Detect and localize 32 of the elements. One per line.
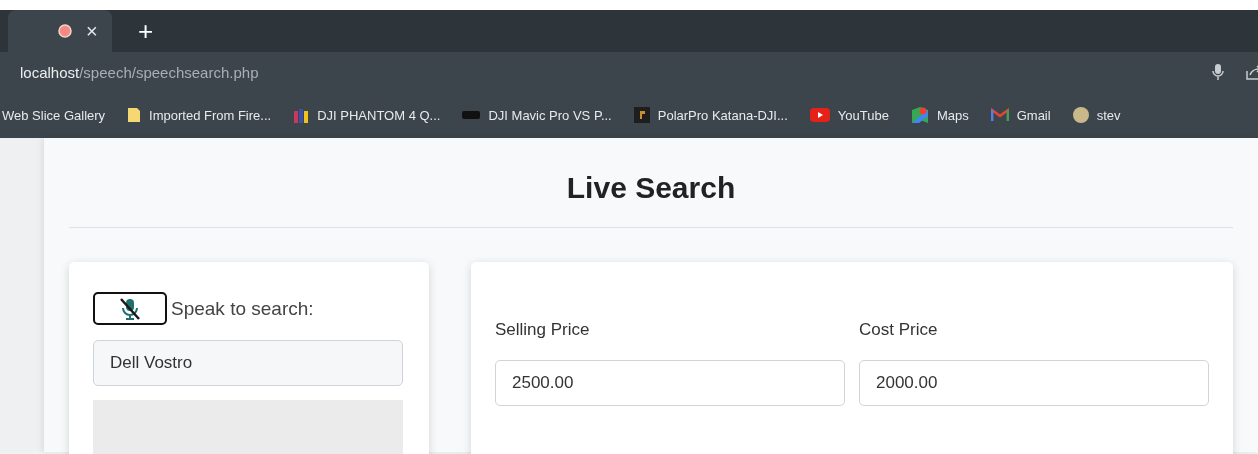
bookmark-item[interactable]: Imported From Fire... [127, 107, 272, 123]
bookmark-item[interactable]: PolarPro Katana-DJI... [633, 107, 788, 123]
folder-icon [127, 107, 142, 123]
recording-dot-icon [58, 24, 72, 38]
close-tab-button[interactable]: × [86, 21, 98, 41]
price-field[interactable]: 2500.00 [495, 360, 845, 406]
mail-icon [990, 108, 1009, 122]
price-field[interactable]: 2000.00 [859, 360, 1209, 406]
bookmark-item[interactable]: DJI PHANTOM 4 Q... [293, 107, 441, 123]
logo-icon [462, 110, 481, 120]
field-label: Selling Price [495, 320, 591, 340]
new-tab-button[interactable]: + [138, 18, 154, 44]
microphone-button[interactable] [93, 292, 167, 325]
speak-label: Speak to search: [171, 297, 314, 320]
page-title: Live Search [565, 171, 737, 205]
microphone-icon[interactable] [1212, 63, 1224, 81]
search-field[interactable]: Dell Vostro [93, 340, 403, 386]
address-bar[interactable]: localhost/speech/speechsearch.php [20, 63, 259, 81]
bookmark-item[interactable]: Maps [910, 106, 969, 124]
bookmark-item[interactable]: Gmail [990, 107, 1051, 123]
browser-tab[interactable]: × [8, 10, 112, 52]
play-icon [809, 108, 830, 122]
map-pin-icon [910, 106, 929, 124]
logo-icon [633, 107, 650, 123]
field-label: Cost Price [859, 320, 939, 340]
bookmark-item[interactable]: YouTube [809, 107, 889, 123]
bookmark-item[interactable]: stev [1072, 107, 1121, 123]
striped-icon [293, 107, 310, 123]
bookmark-item[interactable]: DJI Mavic Pro VS P... [462, 107, 612, 123]
share-icon[interactable] [1246, 63, 1258, 81]
avatar-icon [1072, 107, 1089, 123]
bookmark-item[interactable]: Web Slice Gallery [2, 107, 106, 123]
